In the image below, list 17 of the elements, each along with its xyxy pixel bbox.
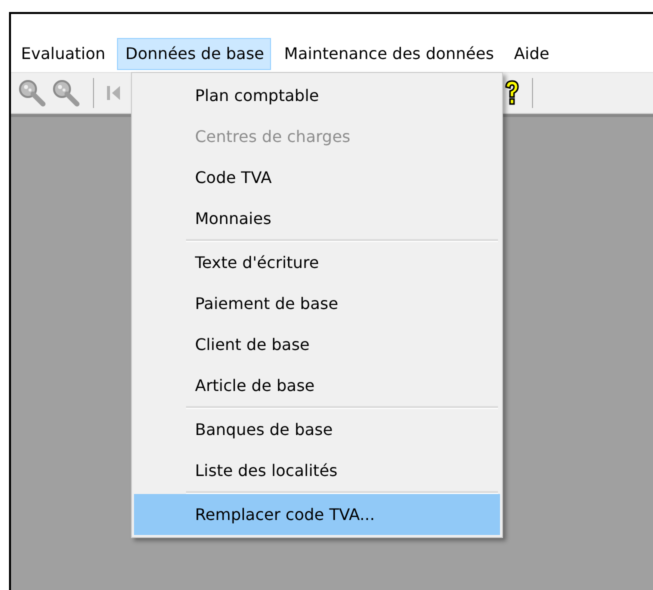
menu-item[interactable]: Code TVA	[134, 157, 500, 198]
menu-item[interactable]: Aide	[506, 38, 556, 70]
menu-item[interactable]: Evaluation	[13, 38, 112, 70]
menu-item[interactable]: Maintenance des données	[276, 38, 501, 70]
zoom-in-icon[interactable]	[17, 78, 47, 108]
menu-item[interactable]: Article de base	[134, 365, 500, 406]
menu-item[interactable]: Monnaies	[134, 198, 500, 239]
menu-item[interactable]: Banques de base	[134, 409, 500, 450]
menu-item[interactable]: Liste des localités	[134, 450, 500, 491]
zoom-out-icon[interactable]	[51, 78, 81, 108]
help-icon[interactable]	[504, 80, 520, 106]
menu-item[interactable]: Texte d'écriture	[134, 242, 500, 283]
menu-item[interactable]: Client de base	[134, 324, 500, 365]
first-record-icon[interactable]	[106, 83, 120, 103]
menu-item[interactable]: Paiement de base	[134, 283, 500, 324]
menu-item[interactable]: Remplacer code TVA...	[134, 494, 500, 535]
menu-item[interactable]: Données de base	[117, 38, 272, 70]
